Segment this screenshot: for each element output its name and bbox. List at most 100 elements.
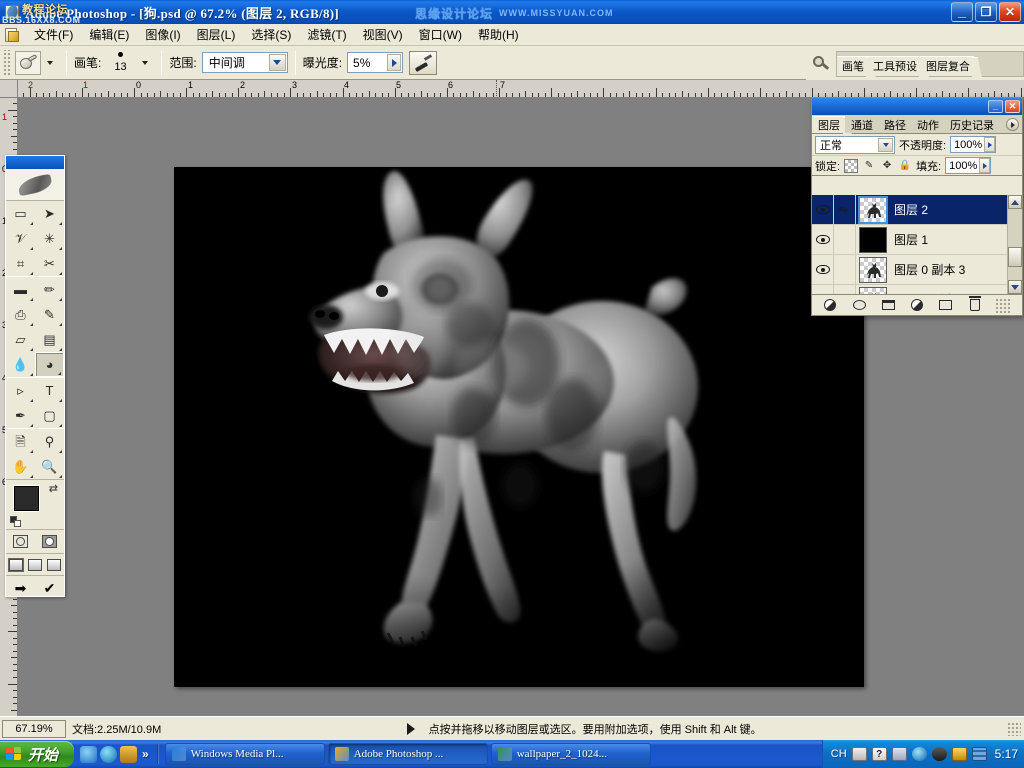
layers-scrollbar[interactable] xyxy=(1007,195,1022,294)
clock[interactable]: 5:17 xyxy=(995,747,1018,761)
scroll-down-icon[interactable] xyxy=(1008,280,1022,294)
opacity-stepper-icon[interactable] xyxy=(984,137,996,152)
eraser-tool[interactable]: ▱ xyxy=(6,327,35,352)
quick-launch-more-icon[interactable]: » xyxy=(142,747,149,761)
antivirus-icon[interactable] xyxy=(120,745,138,763)
rectangle-shape-tool[interactable]: ▢ xyxy=(35,403,64,428)
help-icon[interactable]: ? xyxy=(871,747,887,761)
close-button[interactable]: ✕ xyxy=(999,2,1021,22)
keyboard-icon[interactable] xyxy=(851,747,867,761)
well-tab-tool-presets[interactable]: 工具预设 xyxy=(868,56,921,76)
layer-visibility-toggle[interactable] xyxy=(812,284,834,294)
minimize-button[interactable]: _ xyxy=(951,2,973,22)
network-icon[interactable] xyxy=(891,747,907,761)
tab-layers[interactable]: 图层 xyxy=(812,116,845,133)
opacity-input[interactable]: 100% xyxy=(950,136,997,153)
layers-palette-title-bar[interactable]: _ ✕ xyxy=(812,98,1022,115)
standard-screen-mode-button[interactable] xyxy=(6,554,25,575)
quick-mask-mode-button[interactable] xyxy=(35,530,64,553)
status-resize-grip[interactable] xyxy=(1007,721,1021,736)
layer-mask-icon[interactable] xyxy=(851,298,868,313)
lock-all-icon[interactable]: 🔒 xyxy=(898,159,912,173)
fill-stepper-icon[interactable] xyxy=(979,158,991,173)
file-browser-icon[interactable] xyxy=(810,52,832,76)
history-brush-tool[interactable]: ✎ xyxy=(35,302,64,327)
layer-row[interactable]: ✎ 图层 2 xyxy=(812,195,1022,225)
ruler-corner[interactable] xyxy=(0,80,18,98)
scroll-thumb[interactable] xyxy=(1008,247,1022,267)
menu-help[interactable]: 帮助(H) xyxy=(470,24,527,45)
foreground-color-swatch[interactable] xyxy=(14,486,39,511)
slice-tool[interactable]: ✂ xyxy=(35,251,64,276)
well-tab-layer-comps[interactable]: 图层复合 xyxy=(921,56,974,76)
brush-preview[interactable]: 13 xyxy=(106,50,136,76)
toolbox-title-bar[interactable] xyxy=(6,156,64,169)
default-colors-icon[interactable] xyxy=(10,516,21,527)
layer-visibility-toggle[interactable] xyxy=(812,195,834,225)
menu-window[interactable]: 窗口(W) xyxy=(411,24,470,45)
full-screen-mode-button[interactable] xyxy=(45,554,64,575)
layer-row[interactable]: 图层 1 xyxy=(812,224,1022,255)
zoom-level-field[interactable]: 67.19% xyxy=(2,719,66,738)
taskbar-button[interactable]: wallpaper_2_1024... xyxy=(490,743,651,765)
jump-to-imageready-icon[interactable]: ➡ xyxy=(6,576,35,601)
dodge-tool-icon[interactable] xyxy=(15,50,41,75)
dodge-tool[interactable]: ◕ xyxy=(35,352,64,377)
language-indicator[interactable]: CH xyxy=(831,748,847,760)
scroll-up-icon[interactable] xyxy=(1008,195,1022,209)
check-icon[interactable]: ✔ xyxy=(35,576,64,601)
layers-minimize-button[interactable]: _ xyxy=(988,100,1003,113)
eyedropper-tool[interactable]: ⚲ xyxy=(35,429,64,454)
lock-image-icon[interactable]: ✎ xyxy=(862,159,876,173)
airbrush-icon[interactable] xyxy=(409,50,438,75)
layer-thumbnail[interactable] xyxy=(859,226,887,253)
fill-input[interactable]: 100% xyxy=(945,157,992,174)
media-player-icon[interactable] xyxy=(100,745,118,763)
palette-menu-icon[interactable] xyxy=(1006,118,1019,131)
standard-mode-button[interactable] xyxy=(6,530,35,553)
internet-explorer-icon[interactable] xyxy=(80,745,98,763)
clone-stamp-tool[interactable]: ⎙ xyxy=(6,302,35,327)
blur-tool[interactable]: 💧 xyxy=(6,352,35,377)
range-select[interactable]: 中间调 xyxy=(201,52,288,73)
layer-link-cell[interactable] xyxy=(834,224,856,255)
layer-thumbnail[interactable] xyxy=(859,286,887,294)
layer-visibility-toggle[interactable] xyxy=(812,254,834,285)
lock-transparency-icon[interactable] xyxy=(844,158,859,173)
layer-link-cell[interactable] xyxy=(834,284,856,294)
exposure-stepper-icon[interactable] xyxy=(387,54,402,71)
menu-view[interactable]: 视图(V) xyxy=(355,24,411,45)
menu-layer[interactable]: 图层(L) xyxy=(189,24,244,45)
menu-edit[interactable]: 编辑(E) xyxy=(81,24,137,45)
layer-thumbnail[interactable] xyxy=(859,256,887,283)
new-adjustment-layer-icon[interactable] xyxy=(908,298,925,313)
status-expand-arrow[interactable] xyxy=(406,722,415,735)
tab-channels[interactable]: 通道 xyxy=(845,116,878,133)
lasso-tool[interactable]: 𝒱 xyxy=(6,226,35,251)
tool-preset-chevron-down-icon[interactable] xyxy=(47,60,53,65)
document-canvas[interactable] xyxy=(174,167,864,687)
tab-actions[interactable]: 动作 xyxy=(911,116,944,133)
taskbar-button[interactable]: Adobe Photoshop ... xyxy=(327,743,488,765)
tab-paths[interactable]: 路径 xyxy=(878,116,911,133)
taskbar-button[interactable]: Windows Media Pl... xyxy=(164,743,325,765)
brush-tool[interactable]: ✏ xyxy=(35,277,64,302)
menu-filter[interactable]: 滤镜(T) xyxy=(299,24,354,45)
exposure-input[interactable]: 5% xyxy=(347,52,404,73)
blend-mode-select[interactable]: 正常 xyxy=(815,135,895,154)
layer-row[interactable]: 图层 0 副本 xyxy=(812,284,1022,294)
move-tool[interactable]: ➤ xyxy=(35,201,64,226)
type-tool[interactable]: T xyxy=(35,378,64,403)
glasses-icon[interactable] xyxy=(931,747,947,761)
layer-row[interactable]: 图层 0 副本 3 xyxy=(812,254,1022,285)
menu-image[interactable]: 图像(I) xyxy=(137,24,188,45)
hand-tool[interactable]: ✋ xyxy=(6,454,35,479)
pen-tool[interactable]: ✒ xyxy=(6,403,35,428)
gradient-tool[interactable]: ▤ xyxy=(35,327,64,352)
layer-link-cell[interactable]: ✎ xyxy=(834,195,856,225)
delete-layer-icon[interactable] xyxy=(966,296,983,313)
menu-select[interactable]: 选择(S) xyxy=(243,24,299,45)
notes-tool[interactable]: 🗎 xyxy=(6,429,35,454)
palette-resize-grip[interactable] xyxy=(994,297,1012,313)
swap-colors-icon[interactable]: ⇄ xyxy=(49,482,58,495)
